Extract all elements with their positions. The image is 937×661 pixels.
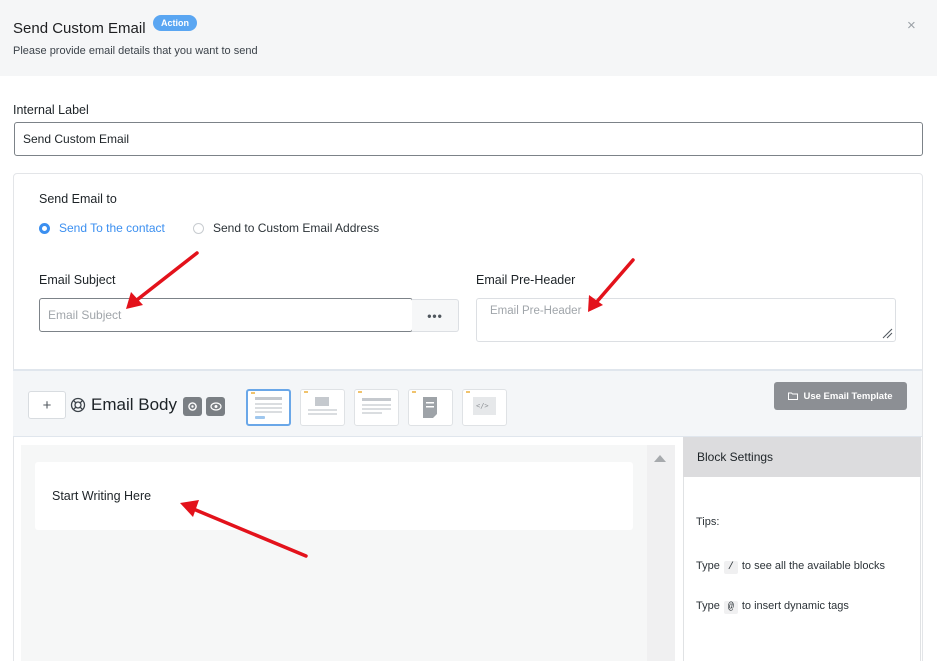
- resize-grip-icon[interactable]: [881, 327, 893, 339]
- tip-at-tags: Type @ to insert dynamic tags: [696, 600, 849, 614]
- email-body-title: Email Body: [91, 395, 177, 414]
- svg-text:</>: </>: [476, 402, 489, 410]
- modal-header: [0, 0, 937, 76]
- eye-icon[interactable]: [206, 397, 225, 416]
- layout-thumb-2[interactable]: [300, 389, 345, 426]
- radio-send-to-custom[interactable]: Send to Custom Email Address: [193, 221, 379, 235]
- email-preheader-textarea[interactable]: Email Pre-Header: [476, 298, 896, 342]
- radio-label-custom: Send to Custom Email Address: [213, 221, 380, 235]
- layout-thumb-4[interactable]: [408, 389, 453, 426]
- email-subject-label: Email Subject: [39, 273, 116, 287]
- tips-label: Tips:: [696, 516, 720, 528]
- action-badge: Action: [153, 15, 197, 31]
- internal-label-value: Send Custom Email: [23, 132, 130, 146]
- email-subject-input[interactable]: Email Subject: [39, 298, 413, 332]
- at-key: @: [723, 601, 738, 614]
- scroll-up-icon[interactable]: [654, 455, 666, 462]
- internal-label-label: Internal Label: [13, 103, 89, 117]
- editor-placeholder-text[interactable]: Start Writing Here: [52, 489, 151, 503]
- layout-thumb-5[interactable]: </>: [462, 389, 507, 426]
- modal-subtitle: Please provide email details that you wa…: [13, 45, 258, 57]
- lifebuoy-icon: [70, 397, 86, 413]
- add-block-button[interactable]: +: [28, 391, 66, 419]
- close-icon[interactable]: ×: [907, 18, 916, 33]
- email-preheader-label: Email Pre-Header: [476, 273, 576, 287]
- radio-label-contact: Send To the contact: [59, 221, 165, 235]
- editor-scrollbar[interactable]: [647, 445, 675, 661]
- settings-icon[interactable]: [183, 397, 202, 416]
- email-subject-placeholder: Email Subject: [48, 308, 122, 322]
- layout-thumb-1[interactable]: [246, 389, 291, 426]
- use-email-template-button[interactable]: Use Email Template: [774, 382, 907, 410]
- radio-unchecked-icon: [193, 222, 204, 234]
- radio-send-to-contact[interactable]: Send To the contact: [39, 221, 165, 235]
- tip-slash-blocks: Type / to see all the available blocks: [696, 560, 885, 574]
- email-preheader-placeholder: Email Pre-Header: [490, 305, 582, 317]
- subject-options-button[interactable]: •••: [412, 299, 459, 332]
- block-settings-header: Block Settings: [683, 437, 921, 477]
- internal-label-input[interactable]: Send Custom Email: [14, 122, 923, 156]
- folder-icon: [788, 392, 799, 400]
- slash-key: /: [723, 561, 738, 574]
- send-to-label: Send Email to: [39, 192, 117, 206]
- use-email-template-label: Use Email Template: [803, 390, 893, 402]
- layout-thumb-3[interactable]: [354, 389, 399, 426]
- modal-title: Send Custom Email: [13, 20, 146, 37]
- radio-checked-icon: [39, 222, 50, 234]
